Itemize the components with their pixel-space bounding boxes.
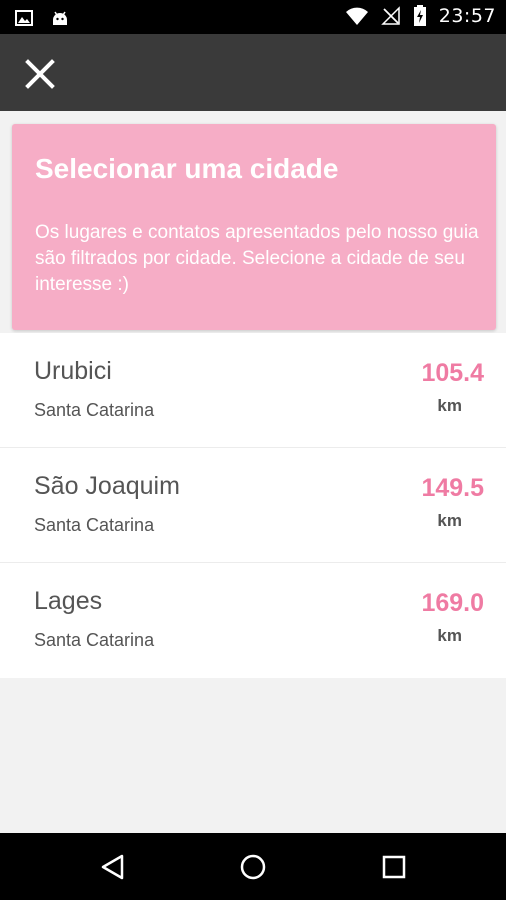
city-item-urubici[interactable]: Urubici Santa Catarina 105.4 km <box>0 333 506 448</box>
city-distance-unit: km <box>437 511 462 530</box>
image-icon <box>15 10 33 26</box>
city-list: Urubici Santa Catarina 105.4 km São Joaq… <box>0 333 506 678</box>
city-item-lages[interactable]: Lages Santa Catarina 169.0 km <box>0 563 506 678</box>
city-distance: 105.4 <box>421 359 484 387</box>
home-icon[interactable] <box>238 852 268 882</box>
content-area: Selecionar uma cidade Os lugares e conta… <box>0 111 506 833</box>
intro-title: Selecionar uma cidade <box>35 153 339 184</box>
city-distance: 149.5 <box>421 474 484 502</box>
city-state: Santa Catarina <box>34 515 155 535</box>
recents-icon[interactable] <box>379 852 409 882</box>
city-state: Santa Catarina <box>34 630 155 650</box>
city-name: São Joaquim <box>34 472 180 500</box>
city-distance-unit: km <box>437 626 462 645</box>
city-state: Santa Catarina <box>34 400 155 420</box>
intro-text: Os lugares e contatos apresentados pelo … <box>35 222 479 295</box>
status-left-icons <box>14 8 70 28</box>
battery-charging-icon <box>413 5 426 26</box>
navigation-bar <box>0 833 506 900</box>
wifi-icon <box>345 7 368 25</box>
city-distance-unit: km <box>437 396 462 415</box>
close-icon[interactable] <box>20 54 60 94</box>
toolbar <box>0 34 506 111</box>
android-icon <box>53 11 67 25</box>
no-signal-icon <box>380 6 400 25</box>
status-time: 23:57 <box>438 5 496 27</box>
city-name: Lages <box>34 587 103 615</box>
city-distance: 169.0 <box>421 589 484 617</box>
intro-card: Selecionar uma cidade Os lugares e conta… <box>12 124 496 330</box>
city-item-sao-joaquim[interactable]: São Joaquim Santa Catarina 149.5 km <box>0 448 506 563</box>
status-bar: 23:57 <box>0 0 506 34</box>
back-icon[interactable] <box>98 852 128 882</box>
status-right-icons: 23:57 <box>345 5 496 27</box>
city-name: Urubici <box>34 357 112 385</box>
